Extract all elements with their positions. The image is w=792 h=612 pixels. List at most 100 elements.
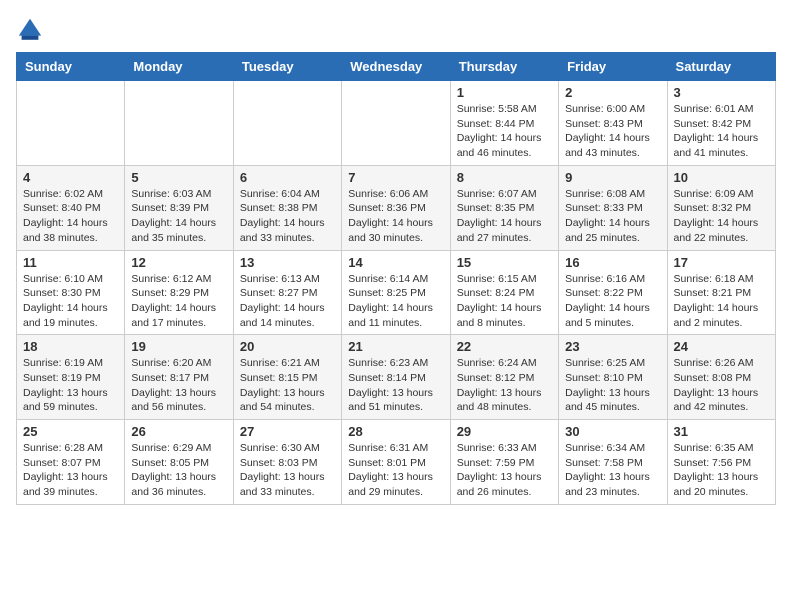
day-number: 14 <box>348 255 443 270</box>
day-detail: Sunrise: 6:12 AM Sunset: 8:29 PM Dayligh… <box>131 272 226 331</box>
day-detail: Sunrise: 6:24 AM Sunset: 8:12 PM Dayligh… <box>457 356 552 415</box>
calendar-cell: 13 Sunrise: 6:13 AM Sunset: 8:27 PM Dayli… <box>233 250 341 335</box>
day-detail: Sunrise: 5:58 AM Sunset: 8:44 PM Dayligh… <box>457 102 552 161</box>
header-tuesday: Tuesday <box>233 53 341 81</box>
day-number: 31 <box>674 424 769 439</box>
page-header <box>16 16 776 44</box>
day-detail: Sunrise: 6:26 AM Sunset: 8:08 PM Dayligh… <box>674 356 769 415</box>
header-saturday: Saturday <box>667 53 775 81</box>
calendar-cell: 26 Sunrise: 6:29 AM Sunset: 8:05 PM Dayli… <box>125 420 233 505</box>
day-number: 10 <box>674 170 769 185</box>
day-detail: Sunrise: 6:18 AM Sunset: 8:21 PM Dayligh… <box>674 272 769 331</box>
calendar-cell: 11 Sunrise: 6:10 AM Sunset: 8:30 PM Dayli… <box>17 250 125 335</box>
day-detail: Sunrise: 6:14 AM Sunset: 8:25 PM Dayligh… <box>348 272 443 331</box>
calendar-cell: 25Sunrise: 6:28 AM Sunset: 8:07 PM Dayli… <box>17 420 125 505</box>
day-number: 2 <box>565 85 660 100</box>
day-number: 7 <box>348 170 443 185</box>
calendar-cell: 12Sunrise: 6:12 AM Sunset: 8:29 PM Dayli… <box>125 250 233 335</box>
day-detail: Sunrise: 6:13 AM Sunset: 8:27 PM Dayligh… <box>240 272 335 331</box>
day-number: 20 <box>240 339 335 354</box>
day-detail: Sunrise: 6:15 AM Sunset: 8:24 PM Dayligh… <box>457 272 552 331</box>
header-thursday: Thursday <box>450 53 558 81</box>
day-number: 17 <box>674 255 769 270</box>
day-number: 30 <box>565 424 660 439</box>
day-number: 22 <box>457 339 552 354</box>
calendar-cell: 24 Sunrise: 6:26 AM Sunset: 8:08 PM Dayli… <box>667 335 775 420</box>
calendar-cell: 28 Sunrise: 6:31 AM Sunset: 8:01 PM Dayli… <box>342 420 450 505</box>
calendar-cell: 29Sunrise: 6:33 AM Sunset: 7:59 PM Dayli… <box>450 420 558 505</box>
day-detail: Sunrise: 6:35 AM Sunset: 7:56 PM Dayligh… <box>674 441 769 500</box>
day-detail: Sunrise: 6:20 AM Sunset: 8:17 PM Dayligh… <box>131 356 226 415</box>
day-detail: Sunrise: 6:01 AM Sunset: 8:42 PM Dayligh… <box>674 102 769 161</box>
week-row-0: 1 Sunrise: 5:58 AM Sunset: 8:44 PM Daylig… <box>17 81 776 166</box>
calendar-cell: 14 Sunrise: 6:14 AM Sunset: 8:25 PM Dayli… <box>342 250 450 335</box>
calendar-table: SundayMondayTuesdayWednesdayThursdayFrid… <box>16 52 776 505</box>
day-detail: Sunrise: 6:08 AM Sunset: 8:33 PM Dayligh… <box>565 187 660 246</box>
day-detail: Sunrise: 6:07 AM Sunset: 8:35 PM Dayligh… <box>457 187 552 246</box>
day-number: 15 <box>457 255 552 270</box>
logo <box>16 16 48 44</box>
day-detail: Sunrise: 6:03 AM Sunset: 8:39 PM Dayligh… <box>131 187 226 246</box>
day-detail: Sunrise: 6:31 AM Sunset: 8:01 PM Dayligh… <box>348 441 443 500</box>
week-row-2: 11 Sunrise: 6:10 AM Sunset: 8:30 PM Dayli… <box>17 250 776 335</box>
calendar-cell: 5 Sunrise: 6:03 AM Sunset: 8:39 PM Daylig… <box>125 165 233 250</box>
calendar-header-row: SundayMondayTuesdayWednesdayThursdayFrid… <box>17 53 776 81</box>
header-sunday: Sunday <box>17 53 125 81</box>
calendar-cell <box>125 81 233 166</box>
day-detail: Sunrise: 6:04 AM Sunset: 8:38 PM Dayligh… <box>240 187 335 246</box>
day-detail: Sunrise: 6:25 AM Sunset: 8:10 PM Dayligh… <box>565 356 660 415</box>
calendar-cell: 8 Sunrise: 6:07 AM Sunset: 8:35 PM Daylig… <box>450 165 558 250</box>
day-number: 1 <box>457 85 552 100</box>
calendar-cell: 10 Sunrise: 6:09 AM Sunset: 8:32 PM Dayli… <box>667 165 775 250</box>
calendar-cell: 18 Sunrise: 6:19 AM Sunset: 8:19 PM Dayli… <box>17 335 125 420</box>
calendar-cell: 31 Sunrise: 6:35 AM Sunset: 7:56 PM Dayli… <box>667 420 775 505</box>
day-number: 19 <box>131 339 226 354</box>
day-detail: Sunrise: 6:34 AM Sunset: 7:58 PM Dayligh… <box>565 441 660 500</box>
calendar-cell: 23 Sunrise: 6:25 AM Sunset: 8:10 PM Dayli… <box>559 335 667 420</box>
day-detail: Sunrise: 6:10 AM Sunset: 8:30 PM Dayligh… <box>23 272 118 331</box>
calendar-cell: 22 Sunrise: 6:24 AM Sunset: 8:12 PM Dayli… <box>450 335 558 420</box>
calendar-cell: 3Sunrise: 6:01 AM Sunset: 8:42 PM Daylig… <box>667 81 775 166</box>
day-detail: Sunrise: 6:09 AM Sunset: 8:32 PM Dayligh… <box>674 187 769 246</box>
day-number: 26 <box>131 424 226 439</box>
day-number: 11 <box>23 255 118 270</box>
day-number: 29 <box>457 424 552 439</box>
header-monday: Monday <box>125 53 233 81</box>
day-number: 21 <box>348 339 443 354</box>
day-number: 4 <box>23 170 118 185</box>
day-number: 13 <box>240 255 335 270</box>
day-number: 9 <box>565 170 660 185</box>
calendar-cell: 17 Sunrise: 6:18 AM Sunset: 8:21 PM Dayli… <box>667 250 775 335</box>
calendar-cell: 19 Sunrise: 6:20 AM Sunset: 8:17 PM Dayli… <box>125 335 233 420</box>
calendar-cell: 15 Sunrise: 6:15 AM Sunset: 8:24 PM Dayli… <box>450 250 558 335</box>
calendar-cell: 30 Sunrise: 6:34 AM Sunset: 7:58 PM Dayli… <box>559 420 667 505</box>
day-number: 28 <box>348 424 443 439</box>
day-detail: Sunrise: 6:29 AM Sunset: 8:05 PM Dayligh… <box>131 441 226 500</box>
day-number: 25 <box>23 424 118 439</box>
day-number: 5 <box>131 170 226 185</box>
day-detail: Sunrise: 6:19 AM Sunset: 8:19 PM Dayligh… <box>23 356 118 415</box>
day-detail: Sunrise: 6:00 AM Sunset: 8:43 PM Dayligh… <box>565 102 660 161</box>
calendar-cell: 2 Sunrise: 6:00 AM Sunset: 8:43 PM Daylig… <box>559 81 667 166</box>
week-row-4: 25Sunrise: 6:28 AM Sunset: 8:07 PM Dayli… <box>17 420 776 505</box>
day-number: 8 <box>457 170 552 185</box>
calendar-cell: 16Sunrise: 6:16 AM Sunset: 8:22 PM Dayli… <box>559 250 667 335</box>
day-number: 6 <box>240 170 335 185</box>
calendar-cell: 9 Sunrise: 6:08 AM Sunset: 8:33 PM Daylig… <box>559 165 667 250</box>
day-detail: Sunrise: 6:06 AM Sunset: 8:36 PM Dayligh… <box>348 187 443 246</box>
calendar-cell <box>17 81 125 166</box>
day-number: 27 <box>240 424 335 439</box>
day-number: 24 <box>674 339 769 354</box>
calendar-cell: 21Sunrise: 6:23 AM Sunset: 8:14 PM Dayli… <box>342 335 450 420</box>
calendar-cell: 27 Sunrise: 6:30 AM Sunset: 8:03 PM Dayli… <box>233 420 341 505</box>
calendar-cell: 7 Sunrise: 6:06 AM Sunset: 8:36 PM Daylig… <box>342 165 450 250</box>
header-friday: Friday <box>559 53 667 81</box>
calendar-cell <box>233 81 341 166</box>
calendar-cell: 20Sunrise: 6:21 AM Sunset: 8:15 PM Dayli… <box>233 335 341 420</box>
day-detail: Sunrise: 6:30 AM Sunset: 8:03 PM Dayligh… <box>240 441 335 500</box>
day-number: 18 <box>23 339 118 354</box>
week-row-1: 4Sunrise: 6:02 AM Sunset: 8:40 PM Daylig… <box>17 165 776 250</box>
calendar-cell <box>342 81 450 166</box>
day-number: 23 <box>565 339 660 354</box>
day-number: 16 <box>565 255 660 270</box>
